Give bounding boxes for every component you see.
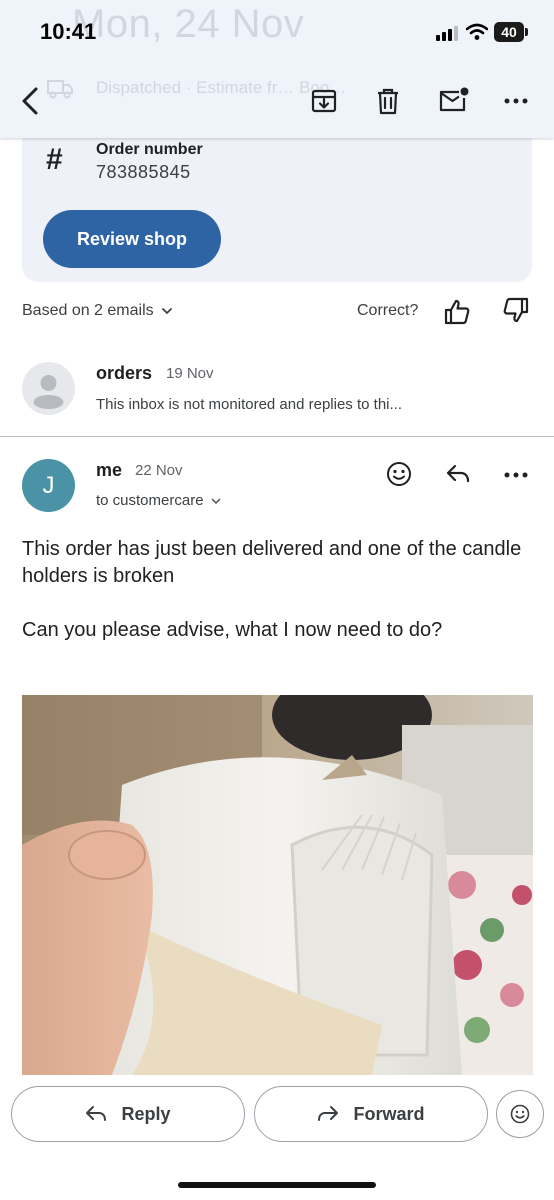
wifi-icon bbox=[466, 23, 488, 40]
thumbs-down-icon[interactable] bbox=[502, 296, 530, 324]
hash-icon: # bbox=[46, 143, 63, 176]
trash-icon[interactable] bbox=[375, 86, 401, 116]
thumbs-up-icon[interactable] bbox=[443, 298, 471, 326]
add-reaction-button[interactable] bbox=[496, 1090, 544, 1138]
message-date: 19 Nov bbox=[166, 365, 214, 382]
app-bar: Mon, 24 Nov Dispatched · Estimate fr… Bo… bbox=[0, 0, 554, 138]
forward-icon bbox=[318, 1106, 339, 1121]
home-indicator bbox=[178, 1182, 376, 1188]
chevron-down-icon bbox=[161, 308, 172, 314]
cellular-signal-icon bbox=[436, 26, 458, 41]
emoji-icon bbox=[510, 1104, 530, 1124]
reply-icon[interactable] bbox=[445, 463, 471, 485]
reply-button[interactable]: Reply bbox=[11, 1086, 245, 1142]
forward-button[interactable]: Forward bbox=[254, 1086, 488, 1142]
person-icon bbox=[33, 375, 64, 409]
chevron-down-icon bbox=[211, 498, 220, 504]
avatar: J bbox=[22, 459, 75, 512]
divider bbox=[0, 436, 554, 437]
reply-icon bbox=[86, 1106, 107, 1121]
review-shop-button[interactable]: Review shop bbox=[43, 210, 221, 268]
message-snippet[interactable]: This inbox is not monitored and replies … bbox=[96, 396, 402, 413]
more-icon[interactable] bbox=[504, 471, 528, 479]
message-sender[interactable]: orders bbox=[96, 363, 152, 384]
background-status-text: Dispatched · Estimate fr… Boo… bbox=[96, 78, 347, 97]
message-date: 22 Nov bbox=[135, 462, 183, 479]
archive-icon[interactable] bbox=[310, 87, 338, 115]
correct-label: Correct? bbox=[357, 302, 419, 319]
back-arrow-icon[interactable] bbox=[18, 86, 44, 116]
order-number-label: Order number bbox=[96, 141, 203, 158]
based-on-emails-toggle[interactable]: Based on 2 emails bbox=[22, 302, 174, 320]
battery-icon: 40 bbox=[494, 22, 524, 42]
more-icon[interactable] bbox=[504, 97, 528, 105]
based-on-label: Based on 2 emails bbox=[22, 302, 154, 319]
mark-unread-icon[interactable] bbox=[438, 86, 470, 114]
message-sender[interactable]: me bbox=[96, 460, 122, 481]
reply-label: Reply bbox=[121, 1103, 171, 1124]
background-date-heading: Mon, 24 Nov bbox=[72, 2, 305, 46]
truck-icon bbox=[47, 80, 73, 99]
recipients-label: to customercare bbox=[96, 492, 204, 509]
emoji-reaction-icon[interactable] bbox=[386, 461, 412, 487]
order-number-value: 783885845 bbox=[96, 162, 191, 182]
message-body-paragraph: This order has just been delivered and o… bbox=[22, 538, 522, 587]
attachment-photo[interactable] bbox=[22, 695, 533, 1075]
battery-level: 40 bbox=[501, 24, 517, 40]
recipients-toggle[interactable]: to customercare bbox=[96, 492, 222, 509]
message-body-paragraph: Can you please advise, what I now need t… bbox=[22, 619, 443, 641]
status-time: 10:41 bbox=[40, 19, 97, 44]
avatar bbox=[22, 362, 75, 415]
battery-tip bbox=[525, 28, 528, 36]
forward-label: Forward bbox=[353, 1103, 425, 1124]
